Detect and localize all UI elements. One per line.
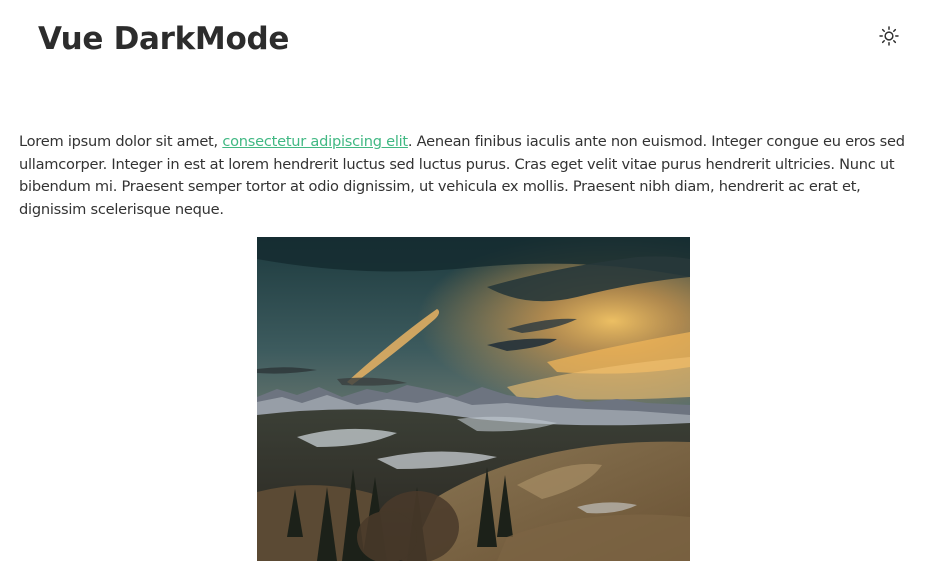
body-paragraph: Lorem ipsum dolor sit amet, consectetur …: [19, 131, 931, 221]
sun-icon: [878, 25, 900, 47]
main-content: Lorem ipsum dolor sit amet, consectetur …: [19, 131, 931, 221]
page-title: Vue DarkMode: [38, 21, 290, 57]
app-header: Vue DarkMode: [0, 0, 946, 80]
paragraph-text-start: Lorem ipsum dolor sit amet,: [19, 133, 223, 150]
landscape-image: [257, 237, 690, 561]
theme-toggle-button[interactable]: [876, 23, 902, 49]
inline-link[interactable]: consectetur adipiscing elit: [222, 133, 408, 150]
